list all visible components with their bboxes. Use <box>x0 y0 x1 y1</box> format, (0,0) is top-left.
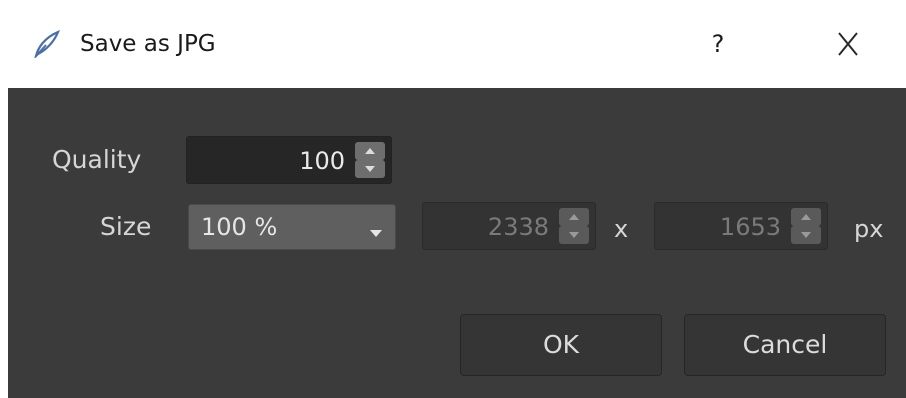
quality-increment-button[interactable] <box>355 142 385 160</box>
height-increment-button[interactable] <box>791 208 821 226</box>
cancel-button[interactable]: Cancel <box>684 314 886 376</box>
times-label: x <box>614 215 629 243</box>
arrow-up-icon <box>569 214 579 220</box>
close-icon <box>838 32 858 56</box>
size-dropdown[interactable]: 100 % <box>188 204 396 250</box>
save-as-jpg-dialog: Save as JPG ? Quality 100 Size 100 % 233… <box>0 0 906 398</box>
size-label: Size <box>100 212 152 241</box>
ok-button[interactable]: OK <box>460 314 662 376</box>
width-value[interactable]: 2338 <box>488 203 549 249</box>
quality-decrement-button[interactable] <box>355 160 385 178</box>
arrow-down-icon <box>365 166 375 172</box>
quality-label: Quality <box>52 145 142 174</box>
quality-value[interactable]: 100 <box>299 137 345 183</box>
quill-pen-icon <box>33 29 61 60</box>
width-decrement-button[interactable] <box>559 226 589 244</box>
height-value[interactable]: 1653 <box>720 203 781 249</box>
window-title: Save as JPG <box>80 31 216 57</box>
height-stepper[interactable] <box>791 208 821 244</box>
arrow-up-icon <box>365 148 375 154</box>
width-increment-button[interactable] <box>559 208 589 226</box>
arrow-down-icon <box>801 232 811 238</box>
arrow-up-icon <box>801 214 811 220</box>
size-selected-value: 100 % <box>201 213 278 241</box>
close-button[interactable] <box>826 24 870 64</box>
chevron-down-icon <box>369 223 383 242</box>
dialog-body: Quality 100 Size 100 % 2338 x 1653 px OK… <box>8 88 906 398</box>
title-bar: Save as JPG ? <box>0 0 906 88</box>
width-spinbox[interactable]: 2338 <box>422 202 596 250</box>
unit-label: px <box>854 215 884 243</box>
help-button[interactable]: ? <box>696 24 740 64</box>
arrow-down-icon <box>569 232 579 238</box>
height-spinbox[interactable]: 1653 <box>654 202 828 250</box>
height-decrement-button[interactable] <box>791 226 821 244</box>
quality-spinbox[interactable]: 100 <box>186 136 392 184</box>
quality-stepper[interactable] <box>355 142 385 178</box>
width-stepper[interactable] <box>559 208 589 244</box>
